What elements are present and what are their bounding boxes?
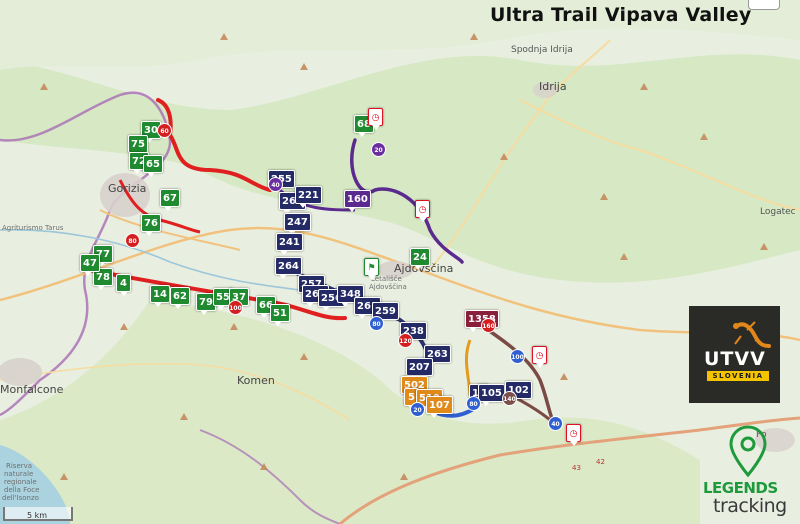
runner-marker[interactable]: 51 [270,304,290,326]
route-km-dot: 100 [228,300,243,315]
runner-marker[interactable]: 241 [276,233,303,255]
place-label: della Foce [4,486,40,494]
runner-marker[interactable]: 264 [275,257,302,279]
map-view[interactable]: Ultra Trail Vipava Valley Spodnja Idrija… [0,0,800,524]
place-label: Idrija [539,80,567,93]
clock-icon[interactable]: ◷ [566,424,581,446]
runner-marker[interactable]: 76 [141,214,161,236]
route-km-dot: 140 [502,391,517,406]
place-label: Riserva [6,462,33,470]
runner-marker[interactable]: 247 [284,213,311,235]
utvv-logo-subtitle: SLOVENIA [707,371,769,381]
checkpoint-marker[interactable]: 24 [410,248,430,270]
runner-marker[interactable]: 67 [160,189,180,211]
highway-label: 42 [596,458,605,466]
flag-icon[interactable]: ⚑ [364,258,379,280]
place-label: Gorizia [108,182,147,195]
route-km-dot: 40 [268,177,283,192]
route-km-dot: 100 [510,349,525,364]
runner-marker[interactable]: 47 [80,254,100,276]
place-label: Agriturismo Tarus [2,224,64,232]
place-label: regionale [4,478,37,486]
runner-marker[interactable]: 207 [406,358,433,380]
place-label: Logatec [760,207,796,217]
route-km-dot: 80 [369,316,384,331]
layers-button[interactable] [748,0,780,10]
runner-marker[interactable]: 105 [478,384,505,406]
place-label: Spodnja Idrija [511,45,573,55]
utvv-logo-text: UTVV [704,348,766,370]
route-km-dot: 80 [125,233,140,248]
runner-marker[interactable]: 62 [170,287,190,309]
place-label: Komen [237,374,275,387]
route-km-dot: 20 [410,402,425,417]
route-km-dot: 60 [157,123,172,138]
route-km-dot: 40 [548,416,563,431]
scale-label: 5 km [27,511,48,520]
location-pin-icon [729,425,767,478]
clock-icon[interactable]: ◷ [415,200,430,222]
route-km-dot: 20 [371,142,386,157]
runner-marker[interactable]: 4 [116,274,131,296]
legends-logo-subtitle: tracking [713,495,787,517]
clock-icon[interactable]: ◷ [368,108,383,130]
runner-marker[interactable]: 14 [150,285,170,307]
map-title: Ultra Trail Vipava Valley [490,4,752,26]
place-label: naturale [4,470,34,478]
route-km-dot: 80 [466,396,481,411]
clock-icon[interactable]: ◷ [532,346,547,368]
runner-marker[interactable]: 107 [426,396,453,418]
place-label: dell'Isonzo [2,494,39,502]
route-km-dot: 120 [398,333,413,348]
runner-marker[interactable]: 65 [143,155,163,177]
runner-marker[interactable]: 221 [295,186,322,208]
runner-marker[interactable]: 75 [128,135,148,157]
runner-marker[interactable]: 160 [344,190,371,212]
place-label: Ajdovščina [369,283,407,291]
route-km-dot: 160 [481,318,496,333]
place-label: Monfalcone [0,383,64,396]
highway-label: 43 [572,464,581,472]
